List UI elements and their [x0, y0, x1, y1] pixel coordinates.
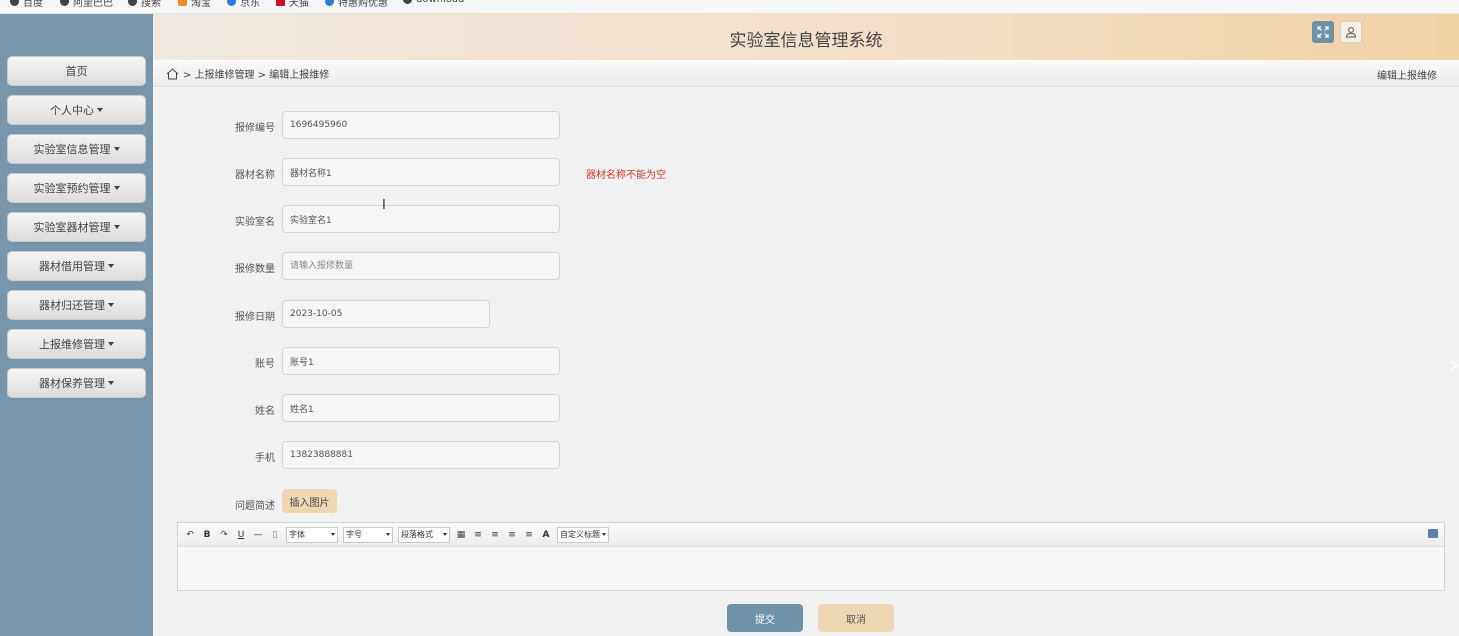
bookmark-item[interactable]: download: [403, 0, 464, 5]
field-label-repair-date: 报修日期: [235, 312, 275, 323]
caret-down-icon: [113, 225, 120, 229]
sidebar-item-personal-center[interactable]: 个人中心: [7, 95, 146, 125]
globe-icon: [403, 0, 412, 4]
font-color-icon[interactable]: A: [540, 529, 552, 541]
bookmark-item[interactable]: 京东: [227, 0, 260, 9]
submit-button[interactable]: 提交: [727, 604, 803, 632]
sidebar-item-equipment-borrow[interactable]: 器材借用管理: [7, 251, 146, 281]
font-select[interactable]: 字体: [286, 526, 338, 543]
field-label-repair-id: 报修编号: [235, 123, 275, 134]
top-header: 实验室信息管理系统: [153, 14, 1459, 60]
horizontal-rule-icon[interactable]: —: [252, 529, 264, 541]
field-label-phone: 手机: [255, 453, 275, 464]
redo-icon[interactable]: ↷: [218, 529, 230, 541]
globe-icon: [325, 0, 334, 6]
sidebar-item-lab-info[interactable]: 实验室信息管理: [7, 134, 146, 164]
font-size-select[interactable]: 字号: [343, 526, 393, 543]
field-label-account: 账号: [255, 359, 275, 370]
caret-down-icon: [386, 533, 390, 536]
repair-id-input[interactable]: [282, 111, 560, 139]
field-label-lab-name: 实验室名: [235, 217, 275, 228]
caret-down-icon: [331, 533, 335, 536]
sidebar-item-repair-report[interactable]: 上报维修管理: [7, 329, 146, 359]
bookmark-item[interactable]: 搜索: [128, 0, 161, 9]
globe-icon: [10, 0, 19, 6]
editor-content-area[interactable]: [178, 547, 1444, 591]
caret-down-icon: [108, 264, 114, 268]
repair-date-input[interactable]: [282, 300, 490, 328]
sidebar: 首页 个人中心 实验室信息管理 实验室预约管理 实验室器材管理 器材借用管理 器…: [0, 14, 153, 636]
user-icon: [1345, 27, 1357, 38]
table-icon[interactable]: ▦: [455, 529, 467, 541]
bookmark-item[interactable]: 阿里巴巴: [60, 0, 113, 9]
field-label-equipment-name: 器材名称: [235, 170, 275, 181]
expand-icon: [1317, 26, 1329, 38]
sidebar-item-lab-booking[interactable]: 实验室预约管理: [7, 173, 146, 203]
field-label-repair-quantity: 报修数量: [235, 264, 275, 275]
sidebar-item-equipment-maintenance[interactable]: 器材保养管理: [7, 368, 146, 398]
caret-down-icon: [113, 147, 120, 151]
caret-down-icon: [108, 381, 114, 385]
field-label-description: 问题简述: [235, 501, 275, 512]
phone-input[interactable]: [282, 441, 560, 469]
breadcrumb: > 上报维修管理 > 编辑上报维修: [166, 66, 329, 81]
insert-image-button[interactable]: 插入图片: [282, 489, 337, 513]
chevron-right-icon[interactable]: ›: [1449, 350, 1459, 380]
account-input[interactable]: [282, 347, 560, 375]
lab-name-input[interactable]: [282, 205, 560, 233]
bookmark-item[interactable]: 天猫: [276, 0, 309, 9]
align-justify-icon[interactable]: ≡: [523, 529, 535, 541]
home-icon[interactable]: [166, 67, 179, 80]
caret-down-icon: [108, 342, 114, 346]
fullscreen-editor-icon[interactable]: [1428, 529, 1438, 538]
bookmark-item[interactable]: 淘宝: [178, 0, 211, 9]
cancel-button[interactable]: 取消: [818, 604, 894, 632]
globe-icon: [60, 0, 69, 6]
text-cursor-icon: I: [382, 198, 386, 213]
bookmark-item[interactable]: 百度: [10, 0, 43, 9]
align-right-icon[interactable]: ≡: [506, 529, 518, 541]
breadcrumb-path: > 上报维修管理 > 编辑上报维修: [183, 70, 330, 81]
caret-down-icon: [108, 303, 114, 307]
sidebar-item-lab-equipment[interactable]: 实验室器材管理: [7, 212, 146, 242]
sidebar-item-equipment-return[interactable]: 器材归还管理: [7, 290, 146, 320]
field-label-name: 姓名: [255, 406, 275, 417]
globe-icon: [227, 0, 236, 6]
user-menu-button[interactable]: [1340, 21, 1362, 43]
underline-icon[interactable]: U: [235, 529, 247, 541]
breadcrumb-bar: > 上报维修管理 > 编辑上报维修 编辑上报维修: [153, 60, 1459, 87]
undo-icon[interactable]: ↶: [184, 529, 196, 541]
bookmark-item[interactable]: 特惠购优惠: [325, 0, 388, 9]
caret-down-icon: [443, 533, 447, 536]
caret-down-icon: [113, 186, 120, 190]
form-area: 报修编号 器材名称 器材名称不能为空 实验室名 报修数量 报修日期 账号 姓名 …: [153, 88, 1459, 636]
bold-icon[interactable]: B: [201, 529, 213, 541]
bookmarks-bar: 百度 阿里巴巴 搜索 淘宝 京东 天猫 特惠购优惠 download: [0, 0, 1459, 14]
paragraph-format-select[interactable]: 段落格式: [398, 526, 450, 543]
page-title: 实验室信息管理系统: [729, 31, 883, 51]
breadcrumb-current: 编辑上报维修: [1377, 71, 1437, 82]
taobao-icon: [178, 0, 187, 6]
globe-icon: [128, 0, 137, 6]
sidebar-item-home[interactable]: 首页: [7, 56, 146, 86]
tmall-icon: [276, 0, 285, 6]
editor-toolbar: ↶ B ↷ U — ▯ 字体 字号 段落格式 ▦ ≡ ≡ ≡ ≡ A 自定义标题: [178, 523, 1444, 547]
repair-quantity-input[interactable]: [282, 252, 560, 280]
equipment-name-input[interactable]: [282, 158, 560, 186]
document-icon[interactable]: ▯: [269, 529, 281, 541]
equipment-name-error: 器材名称不能为空: [586, 170, 666, 181]
align-center-icon[interactable]: ≡: [489, 529, 501, 541]
custom-title-select[interactable]: 自定义标题: [557, 526, 609, 543]
name-input[interactable]: [282, 394, 560, 422]
caret-down-icon: [97, 108, 103, 112]
caret-down-icon: [602, 533, 606, 536]
align-left-icon[interactable]: ≡: [472, 529, 484, 541]
fullscreen-button[interactable]: [1312, 21, 1334, 43]
rich-text-editor: ↶ B ↷ U — ▯ 字体 字号 段落格式 ▦ ≡ ≡ ≡ ≡ A 自定义标题: [177, 522, 1445, 591]
